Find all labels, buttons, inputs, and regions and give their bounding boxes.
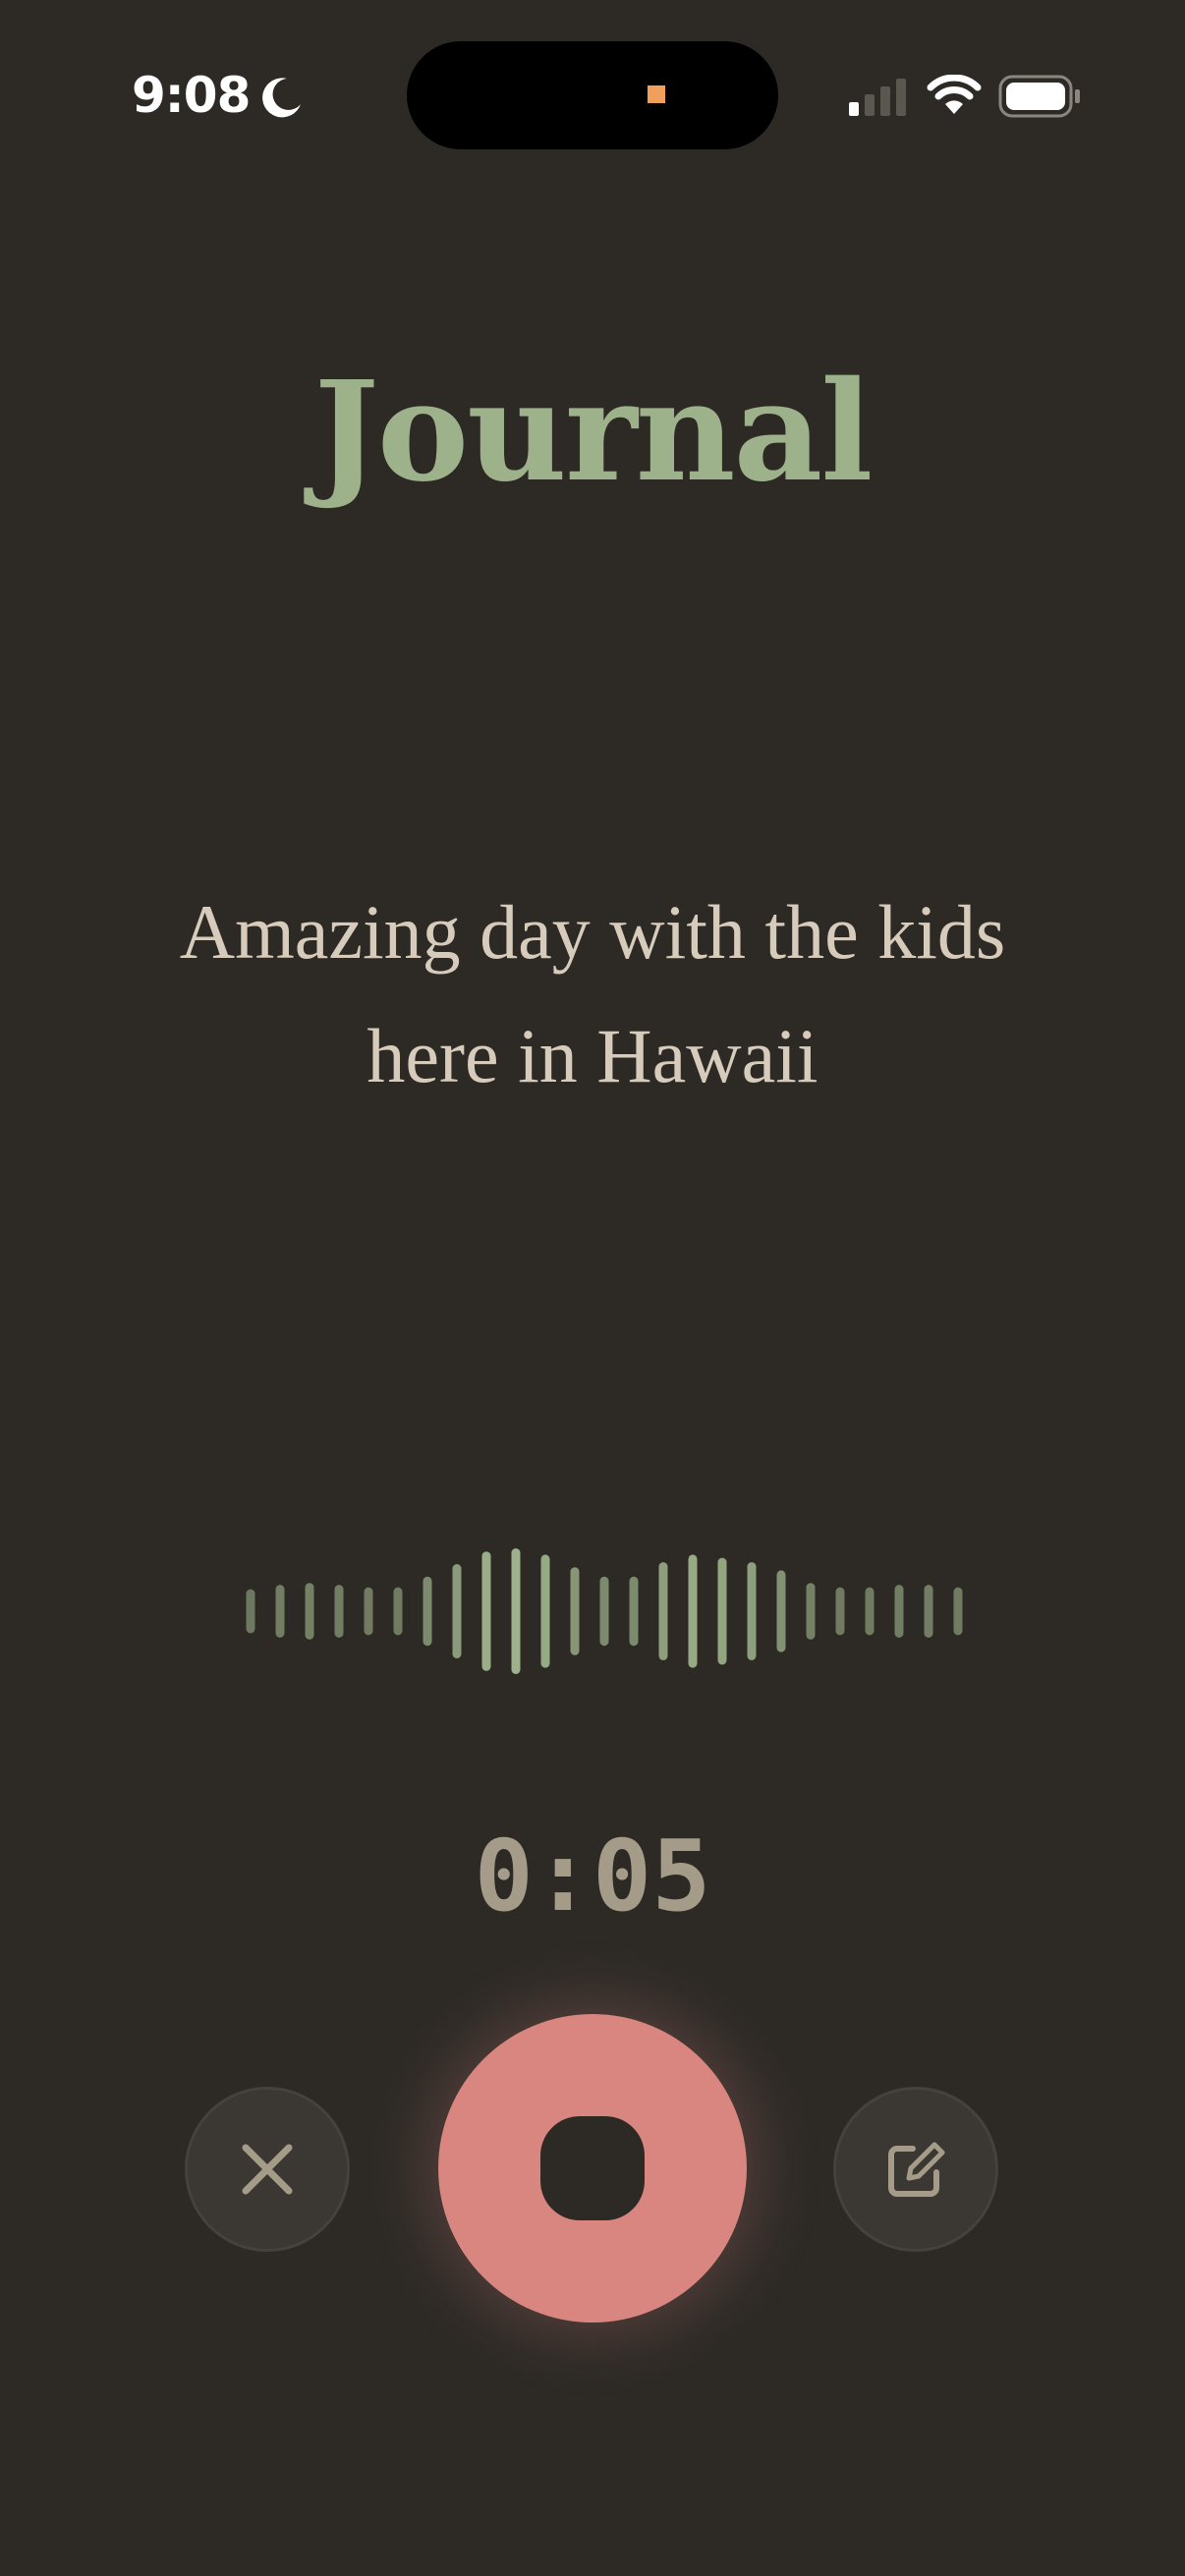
waveform-bar — [629, 1576, 639, 1647]
waveform-bar — [246, 1589, 255, 1634]
waveform-bar — [364, 1587, 373, 1636]
recording-indicator — [648, 85, 665, 103]
waveform-bar — [540, 1554, 550, 1668]
close-icon — [242, 2144, 293, 2195]
edit-button[interactable] — [833, 2087, 998, 2252]
waveform-bar — [924, 1585, 933, 1638]
waveform-bar — [658, 1562, 668, 1660]
audio-waveform — [246, 1548, 963, 1674]
waveform-bar — [776, 1570, 786, 1652]
waveform-bar — [481, 1551, 491, 1671]
cellular-signal-icon — [849, 79, 906, 116]
waveform-bar — [835, 1587, 845, 1636]
wifi-icon — [927, 75, 982, 114]
waveform-bar — [423, 1576, 432, 1647]
battery-icon — [998, 75, 1080, 118]
waveform-bar — [747, 1562, 757, 1660]
recording-timer: 0:05 — [474, 1819, 711, 1933]
waveform-bar — [511, 1548, 521, 1674]
cancel-button[interactable] — [185, 2087, 350, 2252]
waveform-bar — [393, 1587, 403, 1636]
stop-icon — [540, 2116, 645, 2220]
waveform-bar — [275, 1585, 285, 1638]
waveform-bar — [599, 1576, 609, 1647]
page-title: Journal — [313, 352, 874, 513]
compose-icon — [888, 2142, 945, 2197]
dynamic-island — [407, 41, 778, 149]
stop-recording-button[interactable] — [438, 2014, 747, 2323]
waveform-bar — [806, 1583, 816, 1640]
transcript-text: Amazing day with the kids here in Hawaii — [179, 889, 1006, 1098]
waveform-bar — [452, 1564, 462, 1658]
waveform-bar — [305, 1583, 314, 1640]
waveform-bar — [688, 1554, 698, 1668]
status-time: 9:08 — [132, 67, 251, 124]
waveform-bar — [334, 1585, 344, 1638]
waveform-bar — [953, 1587, 963, 1636]
waveform-bar — [865, 1587, 875, 1636]
moon-icon — [262, 78, 301, 118]
waveform-bar — [894, 1585, 904, 1638]
waveform-bar — [717, 1557, 727, 1665]
waveform-bar — [570, 1567, 580, 1655]
